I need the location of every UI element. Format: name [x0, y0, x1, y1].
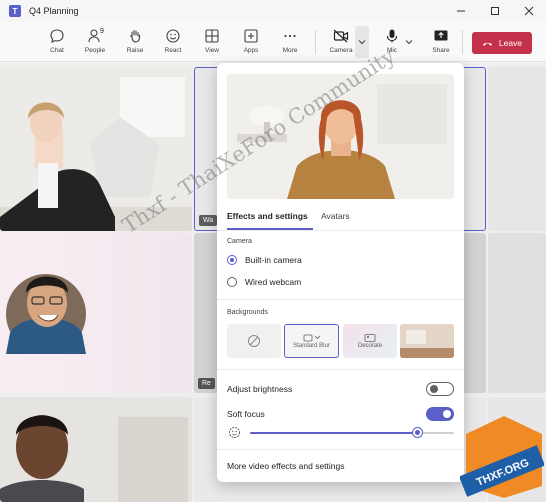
- participant-name-label: Re: [198, 378, 215, 389]
- soft-focus-slider[interactable]: [250, 428, 454, 437]
- participant-video: [0, 397, 192, 502]
- close-button[interactable]: [512, 0, 546, 22]
- more-video-effects-link[interactable]: More video effects and settings: [227, 461, 345, 471]
- divider: [217, 299, 464, 300]
- adjust-brightness-toggle[interactable]: [426, 382, 454, 396]
- camera-option-wired[interactable]: Wired webcam: [227, 277, 301, 287]
- camera-button[interactable]: Camera: [323, 25, 359, 59]
- mic-options-chevron-icon[interactable]: [404, 37, 414, 47]
- tab-effects-and-settings[interactable]: Effects and settings: [227, 211, 308, 221]
- radio-unselected[interactable]: [227, 277, 237, 287]
- hang-up-icon: [482, 42, 492, 46]
- radio-selected[interactable]: [227, 255, 237, 265]
- people-count-badge: 9: [100, 28, 104, 35]
- background-option-label: Standard Blur: [293, 343, 330, 349]
- adjust-brightness-label: Adjust brightness: [227, 384, 293, 394]
- participant-tile[interactable]: [488, 233, 546, 393]
- toolbar-divider: [315, 30, 316, 54]
- slider-thumb[interactable]: [413, 428, 423, 437]
- camera-option-label: Built-in camera: [245, 255, 302, 265]
- tab-avatars[interactable]: Avatars: [321, 211, 350, 221]
- participant-tile[interactable]: [0, 233, 192, 393]
- soft-focus-row: Soft focus: [227, 407, 454, 421]
- more-ellipsis-icon: [284, 34, 296, 38]
- react-label: React: [164, 47, 182, 54]
- minimize-button[interactable]: [444, 0, 478, 22]
- participant-avatar-photo: [6, 274, 86, 354]
- background-decorate-option[interactable]: Decorate: [343, 324, 397, 358]
- camera-option-built-in[interactable]: Built-in camera: [227, 255, 302, 265]
- chat-label: Chat: [50, 47, 64, 54]
- more-button[interactable]: More: [272, 25, 308, 59]
- chat-button[interactable]: Chat: [39, 25, 75, 59]
- background-option-label: Decorate: [357, 343, 383, 349]
- window-title: Q4 Planning: [29, 6, 79, 16]
- divider: [217, 230, 464, 231]
- svg-text:T: T: [13, 7, 18, 16]
- toolbar-divider: [462, 30, 463, 54]
- share-label: Share: [432, 47, 450, 54]
- participant-name-label: Wa: [199, 215, 218, 226]
- camera-off-icon: [333, 29, 349, 43]
- grid-view-icon: [205, 29, 219, 43]
- camera-section-label: Camera: [227, 238, 252, 245]
- background-standard-blur-option[interactable]: Standard Blur: [284, 324, 339, 358]
- camera-option-label: Wired webcam: [245, 277, 302, 287]
- camera-preview: [227, 74, 454, 199]
- camera-settings-flyout: Effects and settings Avatars Camera Buil…: [217, 63, 464, 482]
- self-view-video: [227, 74, 454, 199]
- no-effect-icon: [248, 335, 260, 347]
- hand-icon: [129, 29, 141, 43]
- background-none-option[interactable]: [227, 324, 281, 358]
- participant-tile[interactable]: [488, 67, 546, 231]
- meeting-toolbar: Chat 9 People Raise React View Apps More…: [0, 22, 546, 62]
- people-button[interactable]: 9 People: [77, 25, 113, 59]
- view-label: View: [205, 47, 219, 54]
- smiley-icon: [166, 29, 180, 43]
- maximize-button[interactable]: [478, 0, 512, 22]
- backgrounds-section-label: Backgrounds: [227, 309, 268, 316]
- mic-label: Mic: [386, 47, 398, 54]
- view-button[interactable]: View: [194, 25, 230, 59]
- leave-label: Leave: [498, 38, 523, 48]
- background-image-option[interactable]: [400, 324, 454, 358]
- thxf-badge-logo: THXF.ORG: [460, 416, 544, 498]
- background-image-thumbnail: [400, 324, 454, 358]
- react-button[interactable]: React: [155, 25, 191, 59]
- share-screen-icon: [434, 30, 448, 41]
- title-bar: T Q4 Planning: [0, 0, 546, 22]
- share-button[interactable]: Share: [423, 25, 459, 59]
- raise-hand-button[interactable]: Raise: [117, 25, 153, 59]
- chat-icon: [50, 29, 64, 43]
- participant-tile[interactable]: [0, 397, 192, 502]
- apps-button[interactable]: Apps: [233, 25, 269, 59]
- microphone-icon: [386, 29, 398, 43]
- soft-focus-toggle[interactable]: [426, 407, 454, 421]
- blur-icon: [303, 334, 320, 342]
- people-label: People: [84, 47, 106, 54]
- divider: [217, 449, 464, 450]
- close-icon: [524, 6, 534, 16]
- more-label: More: [282, 47, 298, 54]
- apps-label: Apps: [243, 47, 259, 54]
- adjust-brightness-row: Adjust brightness: [227, 382, 454, 396]
- teams-logo-icon: T: [9, 5, 21, 17]
- slider-fill: [250, 432, 418, 434]
- soft-focus-face-icon: [229, 427, 240, 438]
- camera-options-button[interactable]: [355, 26, 369, 58]
- maximize-icon: [491, 7, 499, 15]
- chevron-down-icon: [358, 40, 366, 45]
- participant-tile[interactable]: [0, 67, 192, 231]
- apps-plus-icon: [244, 29, 258, 43]
- divider: [217, 369, 464, 370]
- raise-label: Raise: [126, 47, 144, 54]
- leave-button[interactable]: Leave: [472, 32, 532, 54]
- camera-label: Camera: [329, 47, 353, 54]
- participant-video: [0, 67, 192, 231]
- minimize-icon: [457, 10, 465, 12]
- decorate-icon: [364, 334, 376, 342]
- soft-focus-label: Soft focus: [227, 409, 265, 419]
